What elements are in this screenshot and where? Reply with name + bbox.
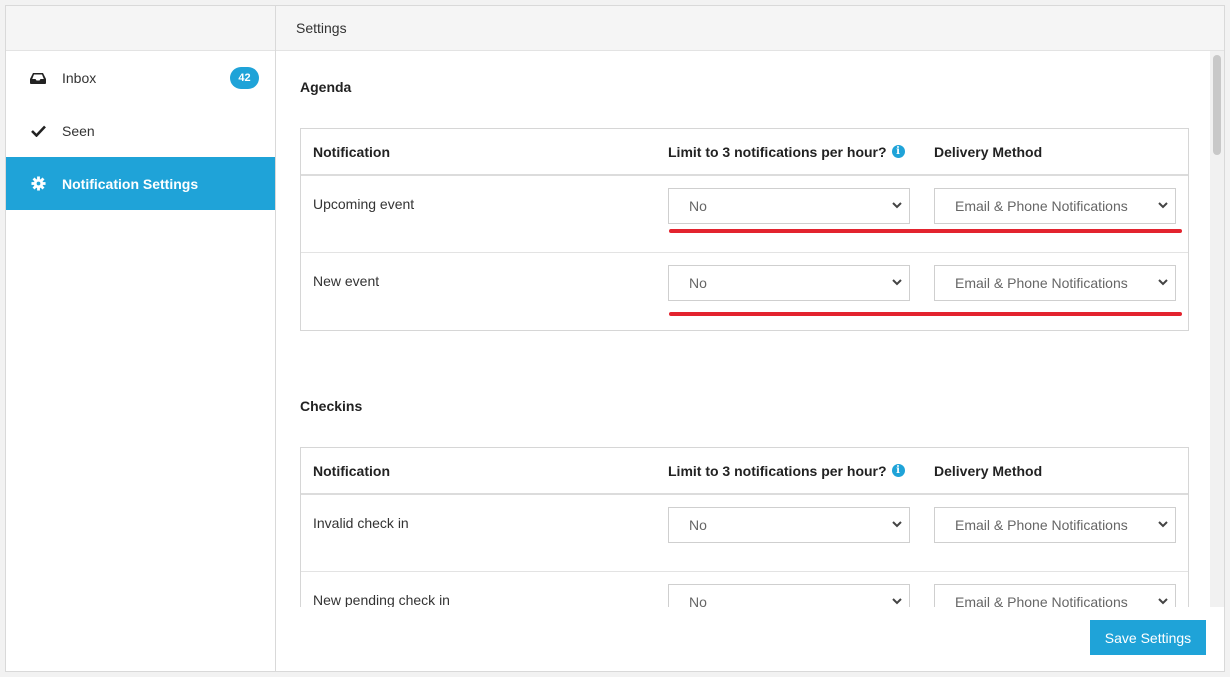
chevron-down-icon	[1158, 598, 1168, 605]
sidebar-item-seen[interactable]: Seen	[6, 104, 275, 157]
delivery-select[interactable]: Email & Phone Notifications	[934, 188, 1176, 224]
save-settings-button[interactable]: Save Settings	[1090, 620, 1206, 655]
annotation-underline	[669, 229, 1182, 233]
sidebar-item-label: Inbox	[62, 69, 97, 86]
delivery-select-value: Email & Phone Notifications	[955, 594, 1128, 607]
inbox-count-badge: 42	[230, 67, 259, 89]
limit-select[interactable]: No	[668, 265, 910, 301]
chevron-down-icon	[892, 202, 902, 209]
limit-select-value: No	[689, 275, 707, 291]
chevron-down-icon	[1158, 202, 1168, 209]
agenda-table: Notification Limit to 3 notifications pe…	[300, 128, 1189, 331]
chevron-down-icon	[892, 279, 902, 286]
app-window: Inbox 42 Seen Notification Settings Sett…	[5, 5, 1225, 672]
chevron-down-icon	[1158, 521, 1168, 528]
check-icon	[30, 123, 46, 139]
sidebar-item-label: Notification Settings	[62, 175, 199, 192]
chevron-down-icon	[1158, 279, 1168, 286]
table-header: Notification Limit to 3 notifications pe…	[301, 448, 1188, 495]
column-header-notification: Notification	[313, 143, 390, 160]
delivery-select[interactable]: Email & Phone Notifications	[934, 507, 1176, 543]
delivery-select-value: Email & Phone Notifications	[955, 275, 1128, 291]
column-header-delivery: Delivery Method	[934, 462, 1043, 479]
notification-label: Invalid check in	[313, 515, 409, 531]
chevron-down-icon	[892, 598, 902, 605]
limit-select-value: No	[689, 517, 707, 533]
sidebar-item-label: Seen	[62, 122, 95, 139]
chevron-down-icon	[892, 521, 902, 528]
settings-content[interactable]: Agenda Notification Limit to 3 notificat…	[276, 51, 1210, 607]
limit-select-value: No	[689, 198, 707, 214]
column-header-limit: Limit to 3 notifications per hour? i	[668, 463, 905, 479]
section-title-agenda: Agenda	[300, 79, 352, 95]
page-title: Settings	[276, 6, 1224, 51]
column-header-delivery: Delivery Method	[934, 143, 1043, 160]
notification-label: New event	[313, 273, 380, 289]
delivery-select-value: Email & Phone Notifications	[955, 517, 1128, 533]
limit-select[interactable]: No	[668, 584, 910, 607]
vertical-scrollbar[interactable]	[1210, 51, 1224, 607]
limit-select-value: No	[689, 594, 707, 607]
delivery-select[interactable]: Email & Phone Notifications	[934, 265, 1176, 301]
scrollbar-thumb[interactable]	[1213, 55, 1221, 155]
section-title-checkins: Checkins	[300, 398, 363, 414]
column-header-limit: Limit to 3 notifications per hour? i	[668, 144, 905, 160]
sidebar-item-inbox[interactable]: Inbox 42	[6, 51, 275, 104]
table-row: New pending check in No Email & Phone No…	[301, 572, 1188, 607]
table-row: New event No Email & Phone Notifications	[301, 253, 1188, 330]
table-header: Notification Limit to 3 notifications pe…	[301, 129, 1188, 176]
table-row: Upcoming event No Email & Phone Notifica…	[301, 176, 1188, 253]
table-row: Invalid check in No Email & Phone Notifi…	[301, 495, 1188, 572]
checkins-table: Notification Limit to 3 notifications pe…	[300, 447, 1189, 607]
gear-icon	[30, 176, 46, 192]
column-header-notification: Notification	[313, 462, 390, 479]
limit-select[interactable]: No	[668, 188, 910, 224]
sidebar: Inbox 42 Seen Notification Settings	[6, 6, 276, 671]
info-icon[interactable]: i	[891, 464, 905, 477]
inbox-icon	[30, 70, 46, 86]
main-panel: Settings Agenda Notification Limit to 3 …	[276, 6, 1224, 671]
info-icon[interactable]: i	[891, 145, 905, 158]
sidebar-header	[6, 6, 275, 51]
delivery-select-value: Email & Phone Notifications	[955, 198, 1128, 214]
delivery-select[interactable]: Email & Phone Notifications	[934, 584, 1176, 607]
notification-label: Upcoming event	[313, 196, 415, 212]
limit-select[interactable]: No	[668, 507, 910, 543]
column-header-limit-label: Limit to 3 notifications per hour?	[668, 143, 887, 160]
notification-label: New pending check in	[313, 592, 450, 607]
column-header-limit-label: Limit to 3 notifications per hour?	[668, 462, 887, 479]
annotation-underline	[669, 312, 1182, 316]
sidebar-item-notification-settings[interactable]: Notification Settings	[6, 157, 275, 210]
